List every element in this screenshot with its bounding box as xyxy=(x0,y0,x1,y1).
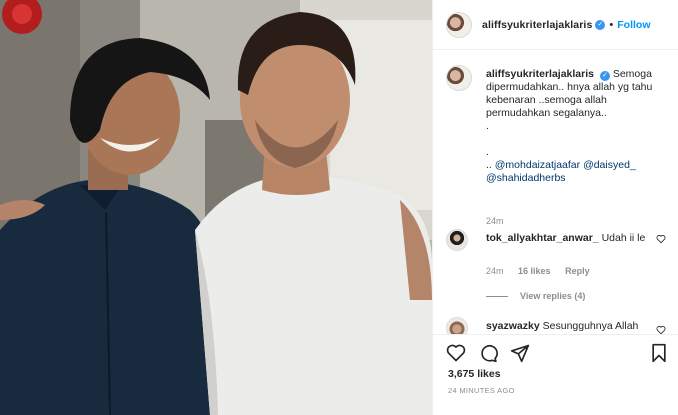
view-replies-line xyxy=(486,296,508,298)
comment-text: syazwazky Sesungguhnya Allah xyxy=(486,320,638,332)
comment-like-heart-icon[interactable] xyxy=(656,325,666,334)
caption-line: .. xyxy=(486,159,492,171)
comment-body: Udah ii le xyxy=(601,232,646,244)
caption-line: Semoga xyxy=(612,68,652,80)
verified-badge-icon: ✓ xyxy=(599,71,610,81)
post-time[interactable]: 24 MINUTES AGO xyxy=(448,386,515,395)
mention-link[interactable]: @daisyed_ xyxy=(583,159,636,171)
caption-text: aliffsyukriterlajaklaris ✓ Semoga diperm… xyxy=(486,68,666,185)
verified-badge-icon: ✓ xyxy=(595,19,606,30)
caption-avatar[interactable] xyxy=(446,65,472,91)
view-replies-label: View replies (4) xyxy=(520,291,586,301)
caption-line: permudahkan segalanya.. xyxy=(486,107,607,119)
follow-button[interactable]: Follow xyxy=(617,19,650,31)
caption-line: dipermudahkan.. hnya allah yg tahu xyxy=(486,81,653,93)
comment-reply-button[interactable]: Reply xyxy=(565,266,590,276)
comment-text: tok_allyakhtar_anwar_ Udah ii le xyxy=(486,232,645,244)
caption-line: . xyxy=(486,146,489,158)
post-side-panel: aliffsyukriterlajaklaris ✓ • Follow alif… xyxy=(432,0,678,415)
caption-line: . xyxy=(486,120,489,132)
caption-time[interactable]: 24m xyxy=(486,216,504,226)
comment-icon[interactable] xyxy=(478,343,498,363)
commenter-avatar[interactable] xyxy=(446,229,468,251)
bookmark-icon[interactable] xyxy=(649,343,669,363)
commenter-avatar[interactable] xyxy=(446,317,468,334)
heart-icon[interactable] xyxy=(446,343,466,363)
mention-link[interactable]: @mohdaizatjaafar xyxy=(495,159,580,171)
view-replies-button[interactable]: View replies (4) xyxy=(486,291,585,301)
post-actions: 3,675 likes 24 MINUTES AGO xyxy=(433,334,678,415)
photo-illustration xyxy=(0,0,432,415)
header-separator: • xyxy=(609,18,614,31)
comment-likes[interactable]: 16 likes xyxy=(518,266,551,276)
post-photo[interactable] xyxy=(0,0,432,415)
comment-like-heart-icon[interactable] xyxy=(656,234,666,244)
likes-count[interactable]: 3,675 likes xyxy=(448,368,501,380)
post-header: aliffsyukriterlajaklaris ✓ • Follow xyxy=(433,0,678,50)
commenter-username[interactable]: syazwazky xyxy=(486,320,540,332)
caption-username[interactable]: aliffsyukriterlajaklaris xyxy=(486,68,594,80)
share-icon[interactable] xyxy=(510,343,530,363)
comment-time[interactable]: 24m xyxy=(486,266,504,276)
author-username[interactable]: aliffsyukriterlajaklaris xyxy=(482,19,592,31)
comment-item: tok_allyakhtar_anwar_ Udah ii le 24m 16 … xyxy=(446,227,666,276)
comments-list[interactable]: aliffsyukriterlajaklaris ✓ Semoga diperm… xyxy=(433,51,678,334)
comment-meta: 24m 16 likes Reply xyxy=(486,266,602,276)
commenter-username[interactable]: tok_allyakhtar_anwar_ xyxy=(486,232,599,244)
mention-link[interactable]: @shahidadherbs xyxy=(486,172,566,184)
caption-line: kebenaran ..semoga allah xyxy=(486,94,607,106)
author-avatar[interactable] xyxy=(446,11,472,38)
comment-body: Sesungguhnya Allah xyxy=(542,320,639,332)
instagram-post: aliffsyukriterlajaklaris ✓ • Follow alif… xyxy=(0,0,678,415)
